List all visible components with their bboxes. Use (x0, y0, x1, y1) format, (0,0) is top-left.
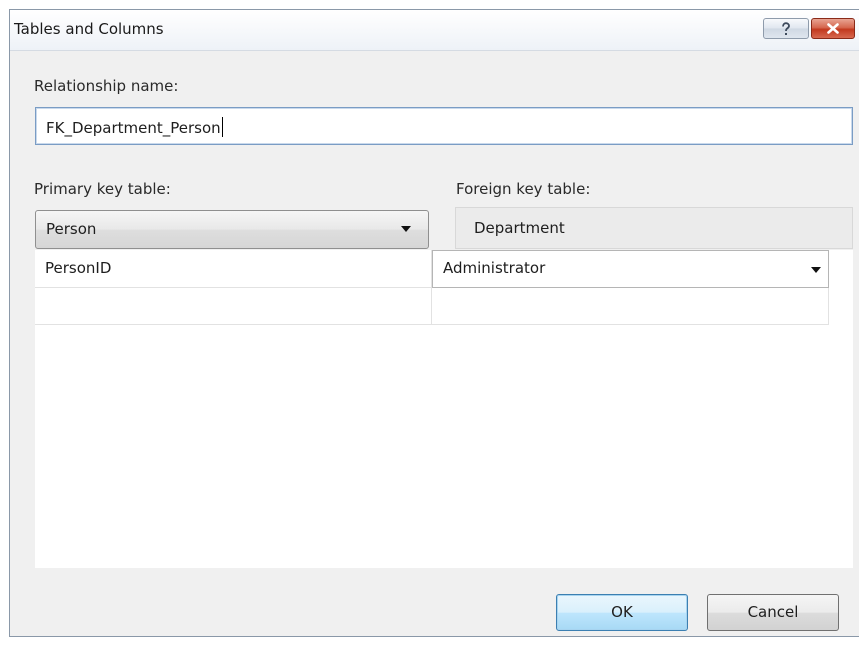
relationship-name-input[interactable]: FK_Department_Person (35, 107, 853, 145)
close-icon (827, 23, 839, 34)
cancel-button[interactable]: Cancel (707, 594, 839, 631)
columns-grid: PersonID Administrator (35, 250, 853, 568)
foreign-column-select[interactable]: Administrator (432, 250, 829, 288)
tables-and-columns-dialog: Tables and Columns Relationship name: FK… (9, 9, 859, 637)
foreign-key-table-label: Foreign key table: (456, 180, 591, 198)
primary-column-cell[interactable]: PersonID (35, 250, 432, 288)
foreign-key-table-value: Department (474, 219, 565, 237)
primary-column-value: PersonID (45, 259, 112, 277)
primary-key-table-value: Person (46, 220, 97, 238)
relationship-name-label: Relationship name: (34, 77, 179, 95)
close-button[interactable] (811, 18, 855, 39)
primary-column-cell-empty[interactable] (35, 288, 432, 325)
help-icon (782, 21, 790, 35)
dialog-title: Tables and Columns (14, 20, 164, 38)
chevron-down-icon (811, 267, 821, 273)
relationship-name-value: FK_Department_Person (46, 119, 221, 137)
title-bar[interactable]: Tables and Columns (10, 10, 859, 51)
chevron-down-icon (401, 226, 411, 232)
text-caret (221, 117, 223, 137)
foreign-key-table-field: Department (455, 207, 853, 249)
help-button[interactable] (763, 18, 809, 39)
primary-key-table-select[interactable]: Person (35, 210, 429, 249)
ok-button[interactable]: OK (556, 594, 688, 631)
primary-key-table-label: Primary key table: (34, 180, 171, 198)
foreign-column-value: Administrator (443, 259, 546, 277)
foreign-column-cell-empty[interactable] (432, 288, 829, 325)
